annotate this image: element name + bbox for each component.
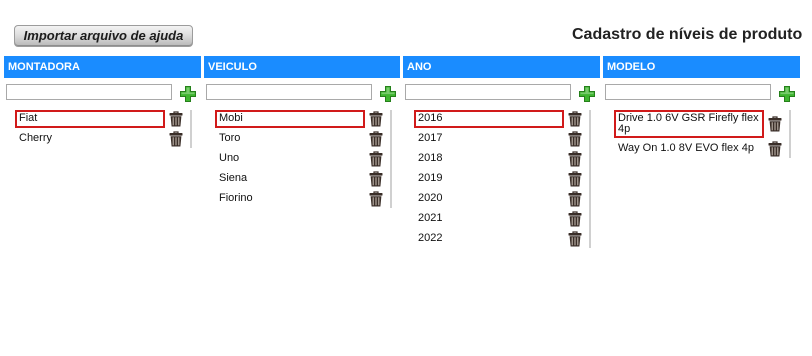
delete-button[interactable] [768,116,782,132]
delete-button[interactable] [568,151,582,167]
list-item-label[interactable]: Siena [215,170,365,188]
list-item: Toro [215,130,390,148]
plus-icon [579,86,595,102]
import-help-file-button[interactable]: Importar arquivo de ajuda [14,25,193,47]
delete-button[interactable] [568,231,582,247]
list-item-label[interactable]: Drive 1.0 6V GSR Firefly flex 4p [614,110,764,138]
veiculo-list: Mobi Toro Uno Siena Fiorino [213,110,392,208]
list-item: 2016 [414,110,589,128]
delete-button[interactable] [568,111,582,127]
trash-icon [169,131,183,147]
list-item: 2018 [414,150,589,168]
plus-icon [779,86,795,102]
delete-button[interactable] [369,191,383,207]
list-item: Siena [215,170,390,188]
delete-button[interactable] [369,111,383,127]
trash-icon [169,111,183,127]
list-item-label[interactable]: Uno [215,150,365,168]
column-ano: ANO 2016 2017 2018 2019 2020 2021 2022 [403,56,600,250]
delete-button[interactable] [369,151,383,167]
trash-icon [768,116,782,132]
list-item: Cherry [15,130,190,148]
list-item-label[interactable]: 2017 [414,130,564,148]
delete-button[interactable] [568,191,582,207]
column-header-ano: ANO [403,56,600,78]
ano-list: 2016 2017 2018 2019 2020 2021 2022 [412,110,591,248]
list-item: 2022 [414,230,589,248]
add-montadora-button[interactable] [180,86,196,102]
list-item-label[interactable]: 2018 [414,150,564,168]
list-item: Mobi [215,110,390,128]
column-header-montadora: MONTADORA [4,56,201,78]
list-item-label[interactable]: 2022 [414,230,564,248]
montadora-filter-input[interactable] [6,84,172,100]
list-item-label[interactable]: 2020 [414,190,564,208]
trash-icon [369,171,383,187]
column-header-veiculo: VEICULO [204,56,400,78]
column-montadora: MONTADORA Fiat Cherry [4,56,201,150]
delete-button[interactable] [568,211,582,227]
list-item: Way On 1.0 8V EVO flex 4p [614,140,789,158]
plus-icon [380,86,396,102]
list-item: Fiorino [215,190,390,208]
list-item: 2019 [414,170,589,188]
delete-button[interactable] [169,111,183,127]
list-item-label[interactable]: Cherry [15,130,165,148]
ano-filter-row [403,84,600,102]
column-header-modelo: MODELO [603,56,800,78]
list-item-label[interactable]: Fiorino [215,190,365,208]
column-modelo: MODELO Drive 1.0 6V GSR Firefly flex 4p Wa… [603,56,800,160]
list-item: 2020 [414,190,589,208]
list-item-label[interactable]: Way On 1.0 8V EVO flex 4p [614,140,764,158]
delete-button[interactable] [768,141,782,157]
modelo-filter-input[interactable] [605,84,771,100]
delete-button[interactable] [369,131,383,147]
list-item-label[interactable]: 2016 [414,110,564,128]
montadora-list: Fiat Cherry [13,110,192,148]
ano-filter-input[interactable] [405,84,571,100]
list-item-label[interactable]: Fiat [15,110,165,128]
montadora-filter-row [4,84,201,102]
list-item-label[interactable]: Toro [215,130,365,148]
delete-button[interactable] [568,171,582,187]
trash-icon [369,151,383,167]
trash-icon [369,191,383,207]
trash-icon [369,111,383,127]
list-item-label[interactable]: 2021 [414,210,564,228]
list-item: Drive 1.0 6V GSR Firefly flex 4p [614,110,789,138]
page-title: Cadastro de níveis de produto [572,26,803,43]
add-modelo-button[interactable] [779,86,795,102]
trash-icon [768,141,782,157]
modelo-filter-row [603,84,800,102]
list-item-label[interactable]: Mobi [215,110,365,128]
trash-icon [568,111,582,127]
delete-button[interactable] [369,171,383,187]
list-item: Fiat [15,110,190,128]
modelo-list: Drive 1.0 6V GSR Firefly flex 4p Way On 1… [612,110,791,158]
trash-icon [568,131,582,147]
plus-icon [180,86,196,102]
trash-icon [568,151,582,167]
trash-icon [568,211,582,227]
trash-icon [568,171,582,187]
list-item-label[interactable]: 2019 [414,170,564,188]
add-veiculo-button[interactable] [380,86,396,102]
delete-button[interactable] [169,131,183,147]
delete-button[interactable] [568,131,582,147]
veiculo-filter-row [204,84,400,102]
list-item: 2021 [414,210,589,228]
list-item: 2017 [414,130,589,148]
trash-icon [568,231,582,247]
list-item: Uno [215,150,390,168]
column-veiculo: VEICULO Mobi Toro Uno Siena Fiorino [204,56,400,210]
trash-icon [369,131,383,147]
add-ano-button[interactable] [579,86,595,102]
veiculo-filter-input[interactable] [206,84,372,100]
trash-icon [568,191,582,207]
